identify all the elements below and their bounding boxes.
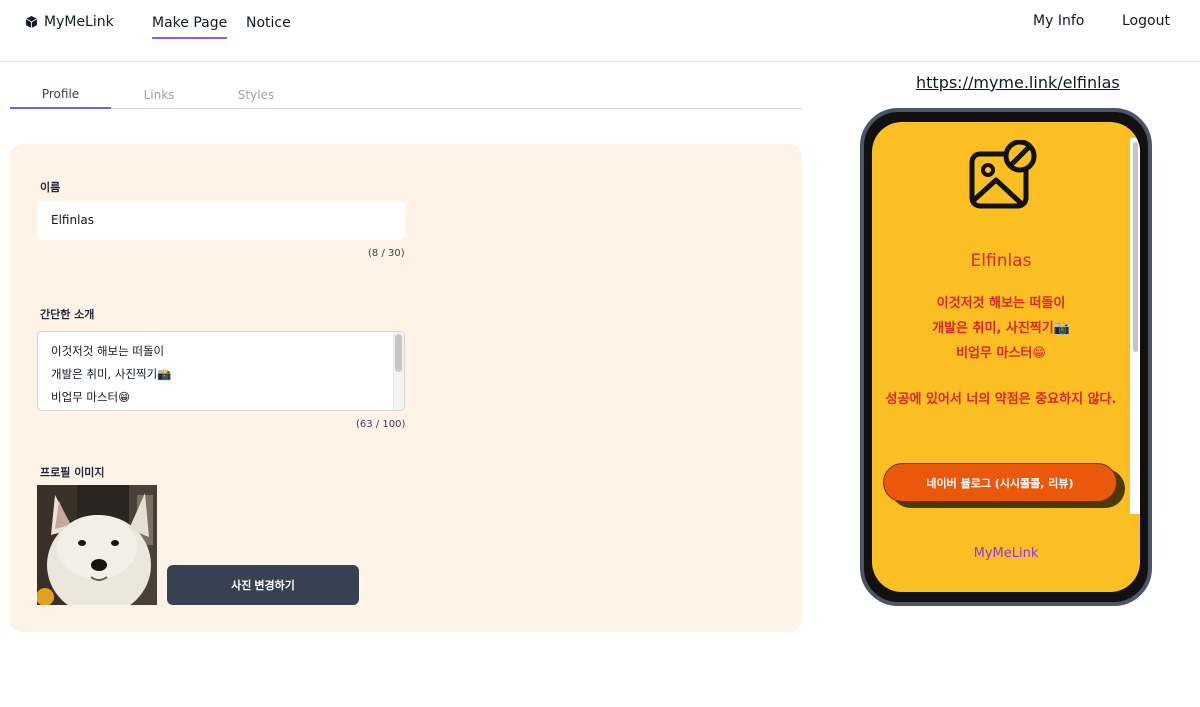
brand-logo[interactable]: MyMeLink: [25, 14, 114, 30]
nav-my-info[interactable]: My Info: [1033, 13, 1084, 35]
tab-links[interactable]: Links: [119, 88, 199, 102]
name-input[interactable]: Elfinlas: [37, 201, 405, 240]
phone-preview-screen: Elfinlas 이것저것 해보는 떠돌이 개발은 취미, 사진찍기📸 비업무 …: [872, 122, 1140, 592]
preview-url-link[interactable]: https://myme.link/elfinlas: [916, 73, 1120, 92]
bio-line: 이것저것 해보는 떠돌이: [51, 344, 165, 358]
bio-char-counter: (63 / 100): [356, 419, 406, 430]
profile-image-label: 프로필 이미지: [40, 466, 105, 479]
no-image-icon: [969, 140, 1037, 209]
preview-bio-line: 이것저것 해보는 떠돌이: [936, 296, 1066, 311]
brand-name: MyMeLink: [44, 14, 114, 30]
profile-form-panel: 이름 Elfinlas (8 / 30) 간단한 소개 이것저것 해보는 떠돌이…: [10, 144, 802, 632]
bio-line: 개발은 취미, 사진찍기📸: [51, 367, 172, 381]
preview-bio: 이것저것 해보는 떠돌이 개발은 취미, 사진찍기📸 비업무 마스터😁: [882, 291, 1120, 366]
nav-make-page[interactable]: Make Page: [152, 15, 228, 39]
bio-textarea[interactable]: 이것저것 해보는 떠돌이 개발은 취미, 사진찍기📸 비업무 마스터😁: [37, 331, 405, 411]
preview-scrollbar-thumb[interactable]: [1133, 142, 1138, 352]
name-char-counter: (8 / 30): [368, 248, 405, 259]
nav-notice[interactable]: Notice: [246, 15, 291, 37]
preview-name: Elfinlas: [970, 251, 1032, 271]
preview-bio-line: 비업무 마스터😁: [956, 346, 1046, 361]
profile-image: [37, 485, 157, 605]
preview-quote: 성공에 있어서 너의 약점은 중요하지 않다.: [885, 392, 1117, 407]
cube-icon: [25, 16, 38, 28]
bio-label: 간단한 소개: [40, 308, 95, 321]
change-photo-button[interactable]: 사진 변경하기: [167, 565, 359, 605]
tab-profile[interactable]: Profile: [10, 87, 111, 109]
dog-photo: [37, 485, 157, 605]
top-navbar: MyMeLink Make Page Notice My Info Logout: [0, 0, 1200, 62]
preview-bio-line: 개발은 취미, 사진찍기📸: [932, 321, 1070, 336]
name-label: 이름: [40, 181, 61, 194]
editor-tabs: Profile Links Styles: [10, 84, 802, 109]
preview-link-button[interactable]: 네이버 블로그 (시시콜콜, 리뷰): [883, 463, 1117, 502]
preview-footer[interactable]: MyMeLink: [872, 546, 1140, 561]
tab-styles[interactable]: Styles: [216, 88, 296, 102]
nav-logout[interactable]: Logout: [1122, 13, 1170, 35]
bio-scrollbar-thumb[interactable]: [395, 334, 402, 372]
bio-line: 비업무 마스터😁: [51, 390, 131, 404]
phone-preview-frame: Elfinlas 이것저것 해보는 떠돌이 개발은 취미, 사진찍기📸 비업무 …: [860, 108, 1152, 606]
